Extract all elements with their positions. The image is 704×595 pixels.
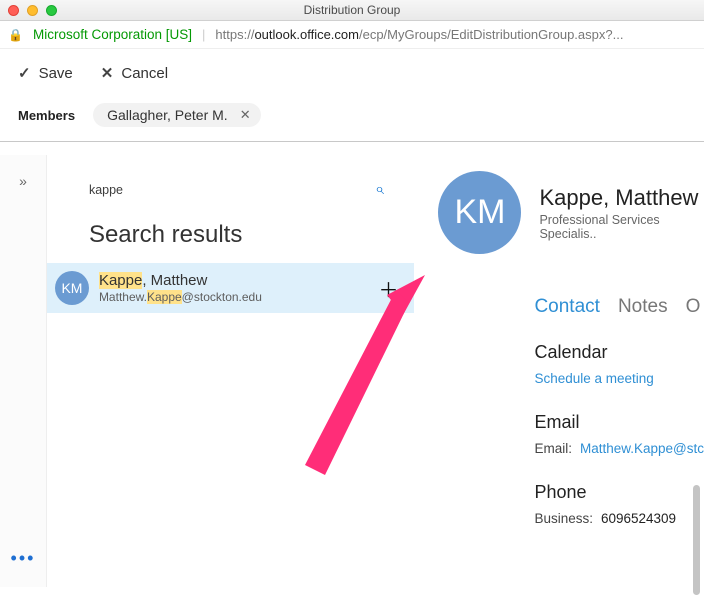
check-icon: ✓ <box>18 64 31 82</box>
cert-org: Microsoft Corporation [US] <box>33 27 192 42</box>
url[interactable]: https://outlook.office.com/ecp/MyGroups/… <box>215 27 623 42</box>
phone-section: Phone Business: 6096524309 <box>534 482 704 526</box>
phone-label: Business: <box>534 511 593 526</box>
profile-name: Kappe, Matthew <box>539 185 704 211</box>
result-email-pre: Matthew. <box>99 290 147 304</box>
email-title: Email <box>534 412 704 433</box>
phone-title: Phone <box>534 482 704 503</box>
result-text: Kappe, Matthew Matthew.Kappe@stockton.ed… <box>99 272 373 304</box>
result-name-rest: , Matthew <box>142 272 207 289</box>
details-tabs: Contact Notes O <box>534 296 704 318</box>
expand-rail-icon[interactable]: » <box>19 173 27 189</box>
search-icon[interactable]: ⌕ <box>375 181 384 199</box>
remove-member-icon[interactable]: ✕ <box>240 107 251 123</box>
url-path: /ecp/MyGroups/EditDistributionGroup.aspx… <box>359 27 623 42</box>
email-section: Email Email: Matthew.Kappe@stc <box>534 412 704 456</box>
result-name-highlight: Kappe <box>99 272 142 289</box>
url-scheme: https:// <box>215 27 254 42</box>
email-kv: Email: Matthew.Kappe@stc <box>534 441 704 456</box>
url-host: outlook.office.com <box>254 27 359 42</box>
phone-value: 6096524309 <box>601 511 676 526</box>
tab-notes[interactable]: Notes <box>618 296 668 318</box>
members-label: Members <box>18 108 75 123</box>
calendar-title: Calendar <box>534 342 704 363</box>
contact-sections: Calendar Schedule a meeting Email Email:… <box>534 342 704 526</box>
save-button[interactable]: ✓ Save <box>18 64 73 82</box>
member-chip-name: Gallagher, Peter M. <box>107 107 228 123</box>
email-label: Email: <box>534 441 572 456</box>
result-email-post: @stockton.edu <box>182 290 262 304</box>
result-avatar: KM <box>55 271 89 305</box>
titlebar: Distribution Group <box>0 0 704 21</box>
result-email-highlight: Kappe <box>147 290 182 304</box>
search-result-row[interactable]: KM Kappe, Matthew Matthew.Kappe@stockton… <box>47 263 415 313</box>
x-icon: ✕ <box>101 64 114 82</box>
toolbar: ✓ Save ✕ Cancel <box>0 49 704 97</box>
scrollbar-thumb[interactable] <box>693 485 700 595</box>
workspace: » ••• ⌕ Search results KM Kappe, Matthew… <box>0 155 704 587</box>
member-chip[interactable]: Gallagher, Peter M. ✕ <box>93 103 261 127</box>
email-value[interactable]: Matthew.Kappe@stc <box>580 441 704 456</box>
calendar-section: Calendar Schedule a meeting <box>534 342 704 386</box>
window-title: Distribution Group <box>0 3 704 17</box>
profile-header: KM Kappe, Matthew Professional Services … <box>438 171 704 254</box>
cancel-button[interactable]: ✕ Cancel <box>101 64 168 82</box>
search-input[interactable] <box>89 183 289 197</box>
left-rail: » ••• <box>0 155 47 587</box>
tab-contact[interactable]: Contact <box>534 296 599 318</box>
add-member-button[interactable]: ＋ <box>372 274 404 303</box>
more-apps-icon[interactable]: ••• <box>11 548 36 577</box>
tab-org[interactable]: O <box>686 296 701 318</box>
details-column: KM Kappe, Matthew Professional Services … <box>414 155 704 587</box>
phone-kv: Business: 6096524309 <box>534 511 704 526</box>
search-row: ⌕ <box>47 155 415 203</box>
separator: | <box>202 27 205 42</box>
search-column: ⌕ Search results KM Kappe, Matthew Matth… <box>47 155 415 587</box>
lock-icon: 🔒 <box>8 28 23 42</box>
result-name: Kappe, Matthew <box>99 272 373 290</box>
save-label: Save <box>39 65 73 82</box>
schedule-meeting-link[interactable]: Schedule a meeting <box>534 371 704 386</box>
address-bar: 🔒 Microsoft Corporation [US] | https://o… <box>0 21 704 49</box>
members-row: Members Gallagher, Peter M. ✕ <box>0 97 704 142</box>
profile-role: Professional Services Specialis.. <box>539 213 704 241</box>
search-results-heading: Search results <box>47 203 415 263</box>
profile-avatar: KM <box>438 171 521 254</box>
cancel-label: Cancel <box>121 65 168 82</box>
result-email: Matthew.Kappe@stockton.edu <box>99 290 373 304</box>
